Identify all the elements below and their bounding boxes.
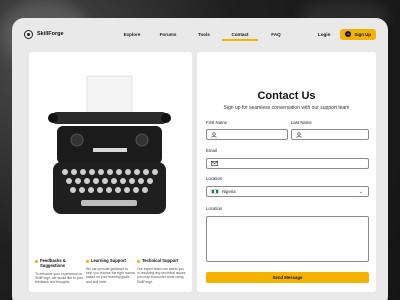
bullet-icon (35, 259, 38, 263)
message-textarea[interactable] (206, 216, 369, 262)
feature-description: To enhance your experience on SkillForge… (35, 271, 84, 285)
feature-item: Feedbacks & Suggestions To enhance your … (35, 258, 86, 285)
top-navigation: SkillForge Explore Forums Tools Contact … (12, 18, 388, 50)
message-label: Location (206, 206, 223, 211)
contact-subtitle: Sign up for seamless conversation with o… (223, 105, 350, 111)
email-field[interactable] (206, 158, 369, 169)
nav-link-contact[interactable]: Contact (222, 32, 258, 41)
nav-links: Explore Forums Tools Contact FAQ (114, 32, 294, 41)
user-icon (296, 131, 302, 138)
location-value: Nigeria (222, 189, 236, 194)
first-name-label: First Name (206, 120, 228, 125)
signup-label: Sign Up (354, 31, 371, 37)
nav-link-forums[interactable]: Forums (150, 32, 186, 37)
email-label: Email (206, 148, 217, 153)
brand-name: SkillForge (37, 31, 64, 37)
nav-link-tools[interactable]: Tools (186, 32, 222, 37)
feature-item: Technical Support Our expert team can as… (137, 258, 188, 284)
app-window: SkillForge Explore Forums Tools Contact … (12, 18, 388, 300)
feature-title: Feedbacks & Suggestions (40, 258, 66, 268)
first-name-field[interactable] (206, 129, 288, 140)
bullet-icon (137, 259, 140, 263)
contact-form-card: Contact Us Sign up for seamless conversa… (197, 52, 376, 292)
feature-list: Feedbacks & Suggestions To enhance your … (35, 258, 190, 285)
signup-button[interactable]: S Sign Up (340, 28, 376, 40)
location-select[interactable]: Nigeria ⌄ (206, 186, 369, 197)
user-icon (211, 131, 217, 138)
nav-link-faq[interactable]: FAQ (258, 32, 294, 37)
feature-description: We can provide guidance to help you choo… (86, 266, 136, 284)
chevron-down-icon: ⌄ (358, 189, 363, 195)
feature-item: Learning Support We can provide guidance… (86, 258, 137, 284)
bullet-icon (86, 259, 89, 263)
nigeria-flag-icon (211, 189, 219, 194)
logo-icon (24, 29, 33, 39)
info-card: Feedbacks & Suggestions To enhance your … (29, 52, 192, 292)
feature-description: Our expert team can assist you in resolv… (137, 266, 186, 284)
location-label: Location (206, 176, 223, 181)
login-link[interactable]: Login (318, 32, 331, 37)
send-message-button[interactable]: Send Message (206, 272, 369, 283)
nav-actions: Login S Sign Up (318, 28, 376, 40)
signup-icon: S (345, 31, 352, 37)
nav-link-explore[interactable]: Explore (114, 32, 150, 37)
mail-icon (211, 161, 218, 166)
brand-logo[interactable]: SkillForge (24, 29, 102, 39)
contact-title: Contact Us (257, 90, 316, 102)
last-name-label: Last Name (291, 120, 312, 125)
feature-title: Learning Support (91, 258, 126, 263)
feature-title: Technical Support (142, 258, 179, 263)
typewriter-image (48, 75, 171, 214)
last-name-field[interactable] (291, 129, 369, 140)
